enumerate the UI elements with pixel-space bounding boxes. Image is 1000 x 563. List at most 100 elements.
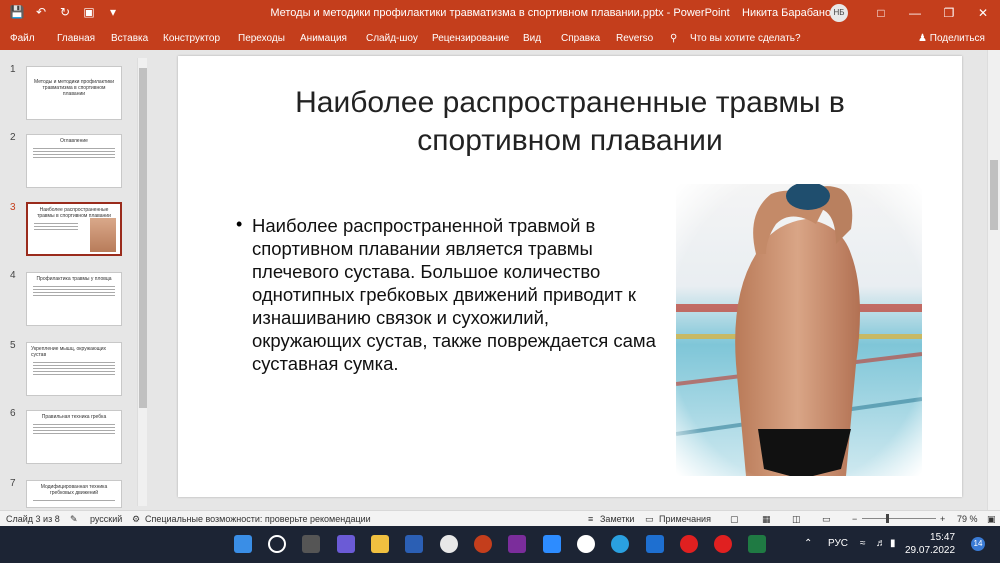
tab-help[interactable]: Справка (561, 33, 600, 44)
avatar[interactable]: НБ (830, 4, 848, 22)
slideshow-icon[interactable]: ▭ (822, 514, 831, 525)
ribbon-tabs: Файл Главная Вставка Конструктор Переход… (0, 26, 1000, 50)
tab-slideshow[interactable]: Слайд-шоу (366, 33, 418, 44)
tab-transitions[interactable]: Переходы (238, 33, 285, 44)
thumb-number: 7 (10, 478, 16, 489)
mail-icon[interactable] (646, 535, 664, 553)
thumb-title: Укрепление мышц, окружающих сустав (31, 346, 107, 358)
start-icon[interactable] (234, 535, 252, 553)
status-bar: Слайд 3 из 8 ✎ русский ⚙ Специальные воз… (0, 510, 1000, 526)
notes-icon: ≡ (588, 514, 594, 524)
reading-view-icon[interactable]: ◫ (792, 514, 801, 525)
input-language[interactable]: РУС (828, 538, 848, 549)
slide-vertical-scrollbar[interactable] (987, 50, 1000, 510)
tab-design[interactable]: Конструктор (163, 33, 220, 44)
file-explorer-icon[interactable] (371, 535, 389, 553)
tab-review[interactable]: Рецензирование (432, 33, 509, 44)
comments-icon: ▭ (645, 514, 654, 524)
language-indicator[interactable]: русский (90, 514, 122, 524)
thumb-number: 6 (10, 408, 16, 419)
edge-icon[interactable] (611, 535, 629, 553)
tray-chevron-icon[interactable]: ⌃ (804, 538, 812, 549)
accessibility-status[interactable]: Специальные возможности: проверьте реком… (145, 514, 371, 524)
yandex-browser-icon[interactable] (577, 535, 595, 553)
lightbulb-icon: ⚲ (670, 33, 678, 44)
tab-animation[interactable]: Анимация (300, 33, 347, 44)
excel-icon[interactable] (748, 535, 766, 553)
powerpoint-icon[interactable] (474, 535, 492, 553)
thumb-image (90, 218, 116, 252)
tell-me-search[interactable]: Что вы хотите сделать? (690, 33, 801, 44)
restore-icon[interactable]: ❐ (932, 0, 966, 26)
search-icon[interactable] (268, 535, 286, 553)
slide-title[interactable]: Наиболее распространенные травмы в спорт… (218, 84, 922, 160)
thumb-title: Модифицированная техника гребковых движе… (40, 484, 108, 496)
slide-thumbnail-active[interactable]: Наиболее распространенные травмы в спорт… (26, 202, 122, 256)
window-controls: □ — ❐ ✕ (864, 0, 1000, 26)
windows-taskbar: ⌃ РУС ≈ ♬ ▮ 15:47 29.07.2022 14 (0, 526, 1000, 563)
user-name[interactable]: Никита Барабанов (742, 7, 837, 19)
thumb-title: Профилактика травмы у пловца (36, 276, 112, 282)
onenote-icon[interactable] (508, 535, 526, 553)
swimmer-photo[interactable] (676, 184, 922, 476)
close-icon[interactable]: ✕ (966, 0, 1000, 26)
scroll-thumb[interactable] (139, 68, 147, 408)
ribbon-display-icon[interactable]: □ (864, 0, 898, 26)
clock-date: 29.07.2022 (905, 545, 956, 556)
slide-thumbnail[interactable]: Модифицированная техника гребковых движе… (26, 480, 122, 508)
slide-bullet-text[interactable]: Наиболее распространенной травмой в спор… (236, 214, 656, 375)
clock-time: 15:47 (930, 532, 956, 543)
fit-slide-icon[interactable]: ▣ (987, 514, 996, 525)
thumb-number: 1 (10, 64, 16, 75)
slide-thumbnail[interactable]: Оглавление (26, 134, 122, 188)
swimmer-image (676, 184, 922, 476)
slide-counter: Слайд 3 из 8 (6, 514, 60, 524)
word-icon[interactable] (405, 535, 423, 553)
slide-canvas[interactable]: Наиболее распространенные травмы в спорт… (178, 56, 962, 497)
slide-thumbnail[interactable]: Методы и методики профилактики травматиз… (26, 66, 122, 120)
task-view-icon[interactable] (302, 535, 320, 553)
tab-file[interactable]: Файл (10, 33, 35, 44)
yandex-icon[interactable] (680, 535, 698, 553)
tab-home[interactable]: Главная (57, 33, 95, 44)
thumb-title: Методы и методики профилактики травматиз… (33, 79, 115, 97)
thumb-number: 4 (10, 270, 16, 281)
zoom-app-icon[interactable] (543, 535, 561, 553)
tab-insert[interactable]: Вставка (111, 33, 148, 44)
thumb-number: 5 (10, 340, 16, 351)
zoom-level[interactable]: 79 % (957, 514, 978, 524)
chrome-icon[interactable] (440, 535, 458, 553)
accessibility-icon: ⚙ (132, 514, 141, 524)
zoom-slider[interactable] (862, 518, 936, 519)
notes-button[interactable]: Заметки (600, 514, 634, 524)
volume-icon[interactable]: ♬ (876, 538, 886, 549)
zoom-in-icon[interactable]: + (940, 514, 945, 524)
scroll-thumb[interactable] (990, 160, 998, 230)
battery-icon[interactable]: ▮ (890, 538, 896, 549)
slide-thumbnail[interactable]: Правильная техника гребка (26, 410, 122, 464)
wifi-icon[interactable]: ≈ (860, 538, 866, 549)
zoom-out-icon[interactable]: − (852, 514, 857, 524)
normal-view-icon[interactable]: ▢ (730, 514, 739, 525)
comments-button[interactable]: Примечания (659, 514, 711, 524)
tab-view[interactable]: Вид (523, 33, 541, 44)
title-bar: 💾 ↶ ↻ ▣ ▾ Методы и методики профилактики… (0, 0, 1000, 26)
slide-thumbnail[interactable]: Укрепление мышц, окружающих сустав (26, 342, 122, 396)
slide-sorter-icon[interactable]: ▦ (762, 514, 771, 525)
slide-thumbnails-panel: 1 Методы и методики профилактики травмат… (0, 56, 148, 510)
tab-reverso[interactable]: Reverso (616, 33, 653, 44)
opera-icon[interactable] (714, 535, 732, 553)
zoom-slider-thumb[interactable] (886, 514, 889, 523)
thumb-number: 2 (10, 132, 16, 143)
spellcheck-icon[interactable]: ✎ (70, 514, 78, 525)
thumb-number: 3 (10, 202, 16, 213)
thumbnails-scrollbar[interactable] (137, 58, 147, 506)
notification-badge[interactable]: 14 (971, 537, 985, 551)
chat-icon[interactable] (337, 535, 355, 553)
clock[interactable]: 15:47 29.07.2022 (905, 531, 955, 557)
minimize-icon[interactable]: — (898, 0, 932, 26)
share-button[interactable]: ♟ Поделиться (918, 33, 985, 44)
share-label: Поделиться (929, 33, 985, 44)
window-title: Методы и методики профилактики травматиз… (270, 7, 730, 19)
slide-thumbnail[interactable]: Профилактика травмы у пловца (26, 272, 122, 326)
